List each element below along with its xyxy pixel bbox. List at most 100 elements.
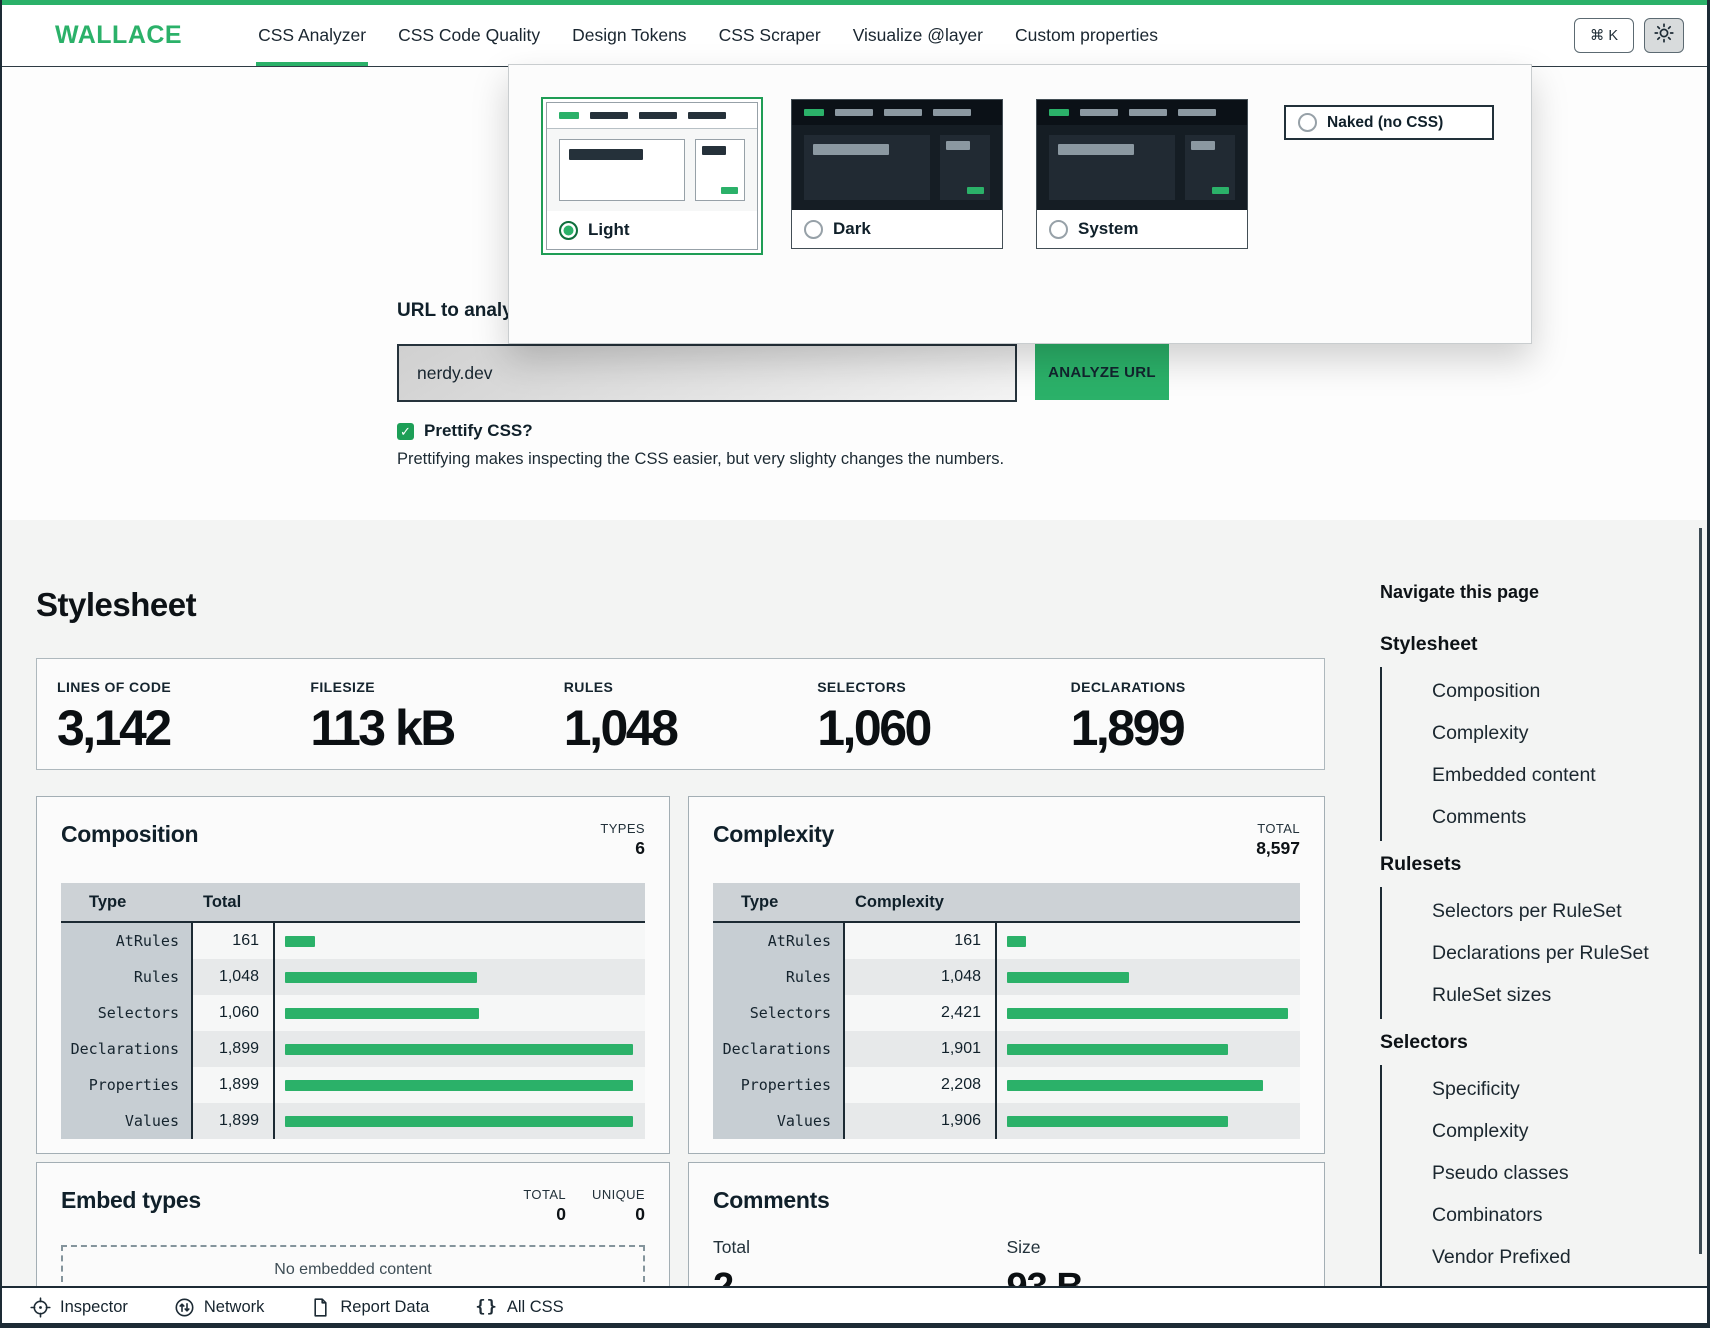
page-nav-item-pseudo-classes[interactable]: Pseudo classes [1382,1152,1680,1194]
page-nav-group-stylesheet: CompositionComplexityEmbedded contentCom… [1380,667,1680,841]
theme-option-system[interactable]: System [1036,99,1248,249]
app-window: WALLACE CSS AnalyzerCSS Code QualityDesi… [0,0,1710,1328]
preview-logo-chip [1049,109,1069,116]
value-bar [285,1080,633,1091]
statusbar-label: Inspector [60,1298,128,1317]
preview-text-bar [1058,144,1134,155]
tab-visualize-layer[interactable]: Visualize @layer [837,5,999,66]
preview-text-bar-small [946,141,970,150]
table-row: Declarations1,899 [61,1031,645,1067]
statusbar-report-data[interactable]: Report Data [310,1297,429,1318]
theme-option-naked-no-css[interactable]: Naked (no CSS) [1284,105,1494,140]
statusbar-network[interactable]: Network [174,1297,265,1318]
page-nav-item-combinators[interactable]: Combinators [1382,1194,1680,1236]
preview-nav-bar [688,112,726,119]
statusbar-label: Network [204,1298,265,1317]
preview-green-chip [1212,187,1229,194]
stat-label: DECLARATIONS [1071,679,1324,695]
wallace-logo[interactable]: WALLACE [55,21,182,50]
prettify-description: Prettifying makes inspecting the CSS eas… [397,450,1004,469]
statusbar-all-css[interactable]: {}All CSS [475,1297,563,1317]
radio-naked-no-css[interactable] [1298,113,1317,132]
theme-option-light[interactable]: Light [541,97,763,255]
tab-css-scraper[interactable]: CSS Scraper [703,5,837,66]
sun-icon [1654,23,1674,48]
preview-main-box [804,135,930,200]
page-nav-item-complexity[interactable]: Complexity [1382,712,1680,754]
row-type-label: Properties [713,1067,845,1103]
preview-main-box [1049,135,1175,200]
preview-nav-bar [590,112,628,119]
radio-system[interactable] [1049,220,1068,239]
stat-value: 1,060 [817,699,1070,757]
theme-option-label: Dark [833,219,871,239]
row-type-label: Declarations [61,1031,193,1067]
tab-css-code-quality[interactable]: CSS Code Quality [382,5,556,66]
window-border-left [0,0,2,1328]
preview-nav-bar [933,109,971,116]
prettify-checkbox-row[interactable]: ✓ Prettify CSS? [397,421,533,441]
page-nav-item-specificity[interactable]: Specificity [1382,1068,1680,1110]
stat-lines-of-code: LINES OF CODE3,142 [57,679,310,769]
page-nav-item-composition[interactable]: Composition [1382,670,1680,712]
tab-design-tokens[interactable]: Design Tokens [556,5,702,66]
row-type-label: Rules [713,959,845,995]
embed-types-title: Embed types [61,1187,201,1214]
statusbar-inspector[interactable]: Inspector [30,1297,128,1318]
stat-filesize: FILESIZE113 kB [310,679,563,769]
preview-nav [792,100,1002,125]
tab-custom-properties[interactable]: Custom properties [999,5,1174,66]
row-bar-cell [275,959,645,995]
prettify-checkbox[interactable]: ✓ [397,423,414,440]
page-nav-item-selectors-per-ruleset[interactable]: Selectors per RuleSet [1382,890,1680,932]
stat-label: RULES [564,679,817,695]
theme-toggle-button[interactable] [1644,18,1684,53]
page-navigation: Navigate this page StylesheetComposition… [1380,582,1680,1325]
page-nav-group-rulesets: Selectors per RuleSetDeclarations per Ru… [1380,887,1680,1019]
row-type-label: AtRules [713,923,845,959]
page-nav-heading-stylesheet[interactable]: Stylesheet [1380,623,1680,665]
page-nav-heading-selectors[interactable]: Selectors [1380,1021,1680,1063]
page-nav-item-embedded-content[interactable]: Embedded content [1382,754,1680,796]
row-bar-cell [275,923,645,959]
analyze-url-button[interactable]: ANALYZE URL [1035,344,1169,400]
page-nav-item-ruleset-sizes[interactable]: RuleSet sizes [1382,974,1680,1016]
embed-total-badge: TOTAL 0 [523,1187,566,1225]
table-row: AtRules161 [713,923,1300,959]
table-row: Properties2,208 [713,1067,1300,1103]
page-nav-heading-rulesets[interactable]: Rulesets [1380,843,1680,885]
row-value: 161 [845,923,997,959]
page-nav-item-complexity[interactable]: Complexity [1382,1110,1680,1152]
radio-light[interactable] [559,221,578,240]
composition-table: TypeTotalAtRules161Rules1,048Selectors1,… [61,883,645,1139]
theme-picker-popover: Light Dark System Naked (no CSS) [508,64,1532,344]
devtools-statusbar: Inspector Network Report Data {}All CSS [0,1286,1710,1326]
value-bar [285,972,477,983]
composition-panel: Composition TYPES 6 TypeTotalAtRules161R… [36,796,670,1154]
value-bar [1007,1008,1288,1019]
embed-unique-badge: UNIQUE 0 [592,1187,645,1225]
scrollbar-thumb[interactable] [1699,528,1702,1254]
window-top-accent [0,0,1710,5]
page-nav-item-declarations-per-ruleset[interactable]: Declarations per RuleSet [1382,932,1680,974]
tab-css-analyzer[interactable]: CSS Analyzer [242,5,382,66]
theme-option-dark[interactable]: Dark [791,99,1003,249]
inspector-icon [30,1297,51,1318]
stat-label: SELECTORS [817,679,1070,695]
page-nav-item-vendor-prefixed[interactable]: Vendor Prefixed [1382,1236,1680,1278]
preview-side-box [695,139,745,201]
prettify-label: Prettify CSS? [424,421,533,441]
window-border-bottom [0,1323,1710,1328]
radio-dark[interactable] [804,220,823,239]
preview-nav-bar [884,109,922,116]
url-input[interactable] [397,344,1017,402]
theme-option-footer: Light [547,211,757,249]
row-value: 1,906 [845,1103,997,1139]
table-header: TypeTotal [61,883,645,923]
value-bar [285,936,315,947]
preview-main-box [559,139,685,201]
value-bar [1007,1116,1228,1127]
page-nav-item-comments[interactable]: Comments [1382,796,1680,838]
command-palette-button[interactable]: ⌘ K [1574,18,1634,53]
preview-body [792,125,1002,210]
